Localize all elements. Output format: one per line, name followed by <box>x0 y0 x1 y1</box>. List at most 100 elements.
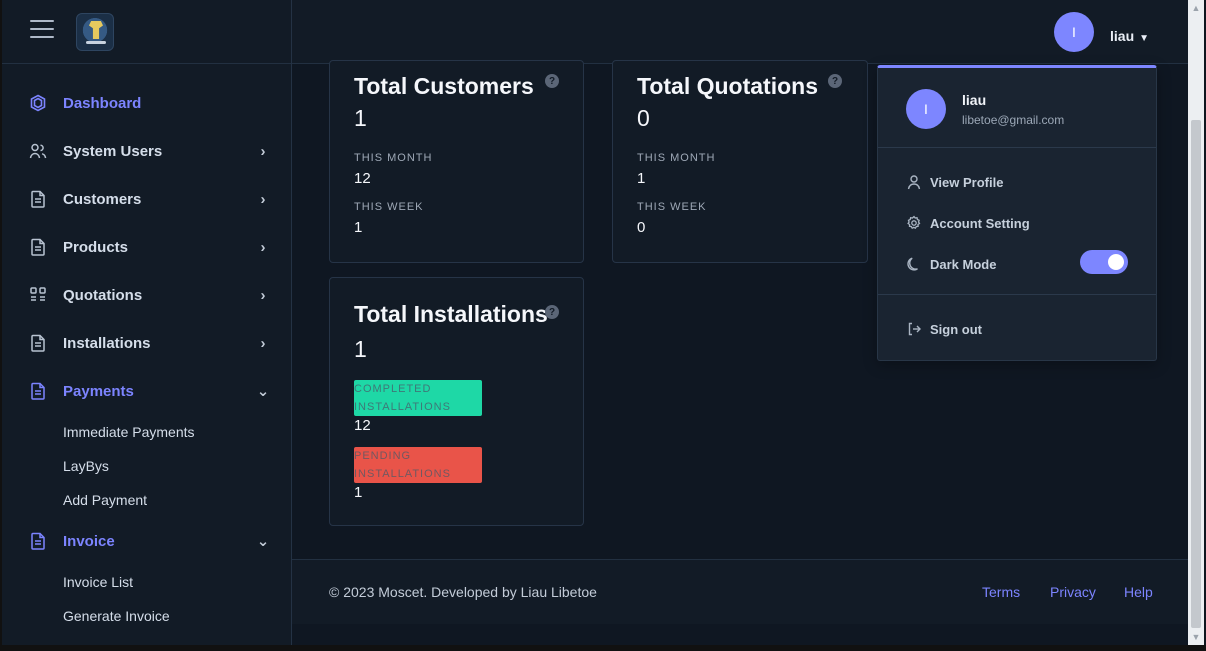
this-week-value: 1 <box>354 219 363 236</box>
card-title: Total Installations <box>354 301 548 327</box>
this-month-value: 1 <box>637 170 646 187</box>
sidebar-subitem-laybys[interactable]: LayBys <box>2 449 291 483</box>
dark-mode-menu-item: Dark Mode <box>906 256 996 272</box>
menu-item-label: Dark Mode <box>930 256 997 272</box>
sidebar-item-payments[interactable]: Payments ⌄ <box>2 367 291 415</box>
help-link[interactable]: Help <box>1124 584 1153 600</box>
sidebar-item-label: System Users <box>63 142 163 160</box>
chevron-down-icon: ▼ <box>1139 32 1150 44</box>
total-installations-value: 1 <box>354 336 367 362</box>
username-label: liau <box>1110 28 1135 44</box>
document-icon <box>28 381 48 401</box>
sidebar-item-customers[interactable]: Customers › <box>2 175 291 223</box>
menu-toggle-icon[interactable] <box>30 20 54 40</box>
app-logo[interactable] <box>76 13 114 51</box>
logo-mark-icon <box>89 21 103 39</box>
sidebar-item-label: Dashboard <box>63 94 142 112</box>
document-icon <box>28 333 48 353</box>
privacy-link[interactable]: Privacy <box>1050 584 1096 600</box>
stat-label: THIS MONTH <box>637 152 716 164</box>
gear-icon <box>906 215 922 231</box>
pending-installations-badge: PENDING INSTALLATIONS <box>354 447 482 483</box>
sidebar-nav: Dashboard System Users › Customers › Pro… <box>2 64 291 633</box>
terms-link[interactable]: Terms <box>982 584 1020 600</box>
sidebar-item-label: Installations <box>63 334 151 352</box>
sidebar-item-label: Payments <box>63 382 134 400</box>
toggle-knob <box>1108 254 1124 270</box>
sidebar-subitem-add-payment[interactable]: Add Payment <box>2 483 291 517</box>
user-dropdown-menu: I liau libetoe@gmail.com View Profile Ac… <box>877 65 1157 361</box>
sign-out-menu-item[interactable]: Sign out <box>906 321 982 337</box>
chevron-right-icon: › <box>260 334 266 352</box>
sidebar-item-label: Customers <box>63 190 142 208</box>
dropdown-divider <box>878 147 1156 148</box>
menu-item-label: Account Setting <box>930 215 1030 231</box>
account-setting-menu-item[interactable]: Account Setting <box>906 215 1030 231</box>
view-profile-menu-item[interactable]: View Profile <box>906 174 1003 190</box>
app-window: Dashboard System Users › Customers › Pro… <box>2 0 1188 645</box>
customers-card: Total Customers ? 1 THIS MONTH 12 THIS W… <box>329 60 584 263</box>
this-month-value: 12 <box>354 170 371 187</box>
dropdown-user-email: libetoe@gmail.com <box>962 113 1065 127</box>
chevron-right-icon: › <box>260 286 266 304</box>
completed-installations-badge: COMPLETED INSTALLATIONS <box>354 380 482 416</box>
pending-installations-value: 1 <box>354 484 363 501</box>
help-icon[interactable]: ? <box>545 74 559 88</box>
sidebar-subitem-invoice-list[interactable]: Invoice List <box>2 565 291 599</box>
sidebar-subitem-immediate-payments[interactable]: Immediate Payments <box>2 415 291 449</box>
sidebar-item-system-users[interactable]: System Users › <box>2 127 291 175</box>
chevron-right-icon: › <box>260 190 266 208</box>
completed-installations-value: 12 <box>354 417 371 434</box>
chevron-down-icon: ⌄ <box>256 533 270 550</box>
page-footer: © 2023 Moscet. Developed by Liau Libetoe… <box>292 559 1188 624</box>
help-icon[interactable]: ? <box>545 305 559 319</box>
chevron-right-icon: › <box>260 238 266 256</box>
badge-label: INSTALLATIONS <box>354 468 451 480</box>
badge-label: COMPLETED <box>354 383 432 395</box>
dark-mode-toggle[interactable] <box>1080 250 1128 274</box>
total-customers-value: 1 <box>354 105 367 131</box>
moon-icon <box>906 256 922 272</box>
help-icon[interactable]: ? <box>828 74 842 88</box>
chevron-right-icon: › <box>260 142 266 160</box>
grid-icon <box>28 285 48 305</box>
sidebar-subitem-generate-invoice[interactable]: Generate Invoice <box>2 599 291 633</box>
sidebar-item-installations[interactable]: Installations › <box>2 319 291 367</box>
user-avatar[interactable]: I <box>1054 12 1094 52</box>
logo-base-icon <box>86 41 106 44</box>
badge-label: PENDING <box>354 450 412 462</box>
sidebar-item-invoice[interactable]: Invoice ⌄ <box>2 517 291 565</box>
card-title: Total Customers <box>354 73 534 99</box>
sidebar-item-products[interactable]: Products › <box>2 223 291 271</box>
sidebar-header <box>2 0 291 64</box>
dropdown-divider <box>878 294 1156 295</box>
menu-item-label: View Profile <box>930 174 1004 190</box>
dropdown-avatar: I <box>906 89 946 129</box>
sidebar-item-dashboard[interactable]: Dashboard <box>2 79 291 127</box>
sidebar-item-label: Products <box>63 238 129 256</box>
sidebar-item-quotations[interactable]: Quotations › <box>2 271 291 319</box>
scroll-down-icon[interactable]: ▼ <box>1188 630 1204 644</box>
users-icon <box>28 141 48 161</box>
stat-label: THIS MONTH <box>354 152 433 164</box>
user-menu-trigger[interactable]: liau ▼ <box>1110 28 1149 44</box>
vertical-scrollbar[interactable]: ▲ ▼ <box>1188 0 1204 645</box>
document-icon <box>28 189 48 209</box>
stat-label: THIS WEEK <box>637 201 707 213</box>
sidebar-item-label: Invoice <box>63 532 115 550</box>
scrollbar-thumb[interactable] <box>1191 120 1201 628</box>
card-title: Total Quotations <box>637 73 819 99</box>
dropdown-user-name: liau <box>962 92 987 108</box>
installations-card: Total Installations ? 1 COMPLETED INSTAL… <box>329 277 584 526</box>
sidebar-item-label: Quotations <box>63 286 143 304</box>
quotations-card: Total Quotations ? 0 THIS MONTH 1 THIS W… <box>612 60 868 263</box>
avatar-initial: I <box>924 101 928 117</box>
document-icon <box>28 237 48 257</box>
scroll-up-icon[interactable]: ▲ <box>1188 1 1204 15</box>
menu-item-label: Sign out <box>930 321 982 337</box>
dashboard-icon <box>28 93 48 113</box>
user-icon <box>906 174 922 190</box>
badge-label: INSTALLATIONS <box>354 401 451 413</box>
total-quotations-value: 0 <box>637 105 650 131</box>
topbar: I liau ▼ <box>292 0 1188 64</box>
